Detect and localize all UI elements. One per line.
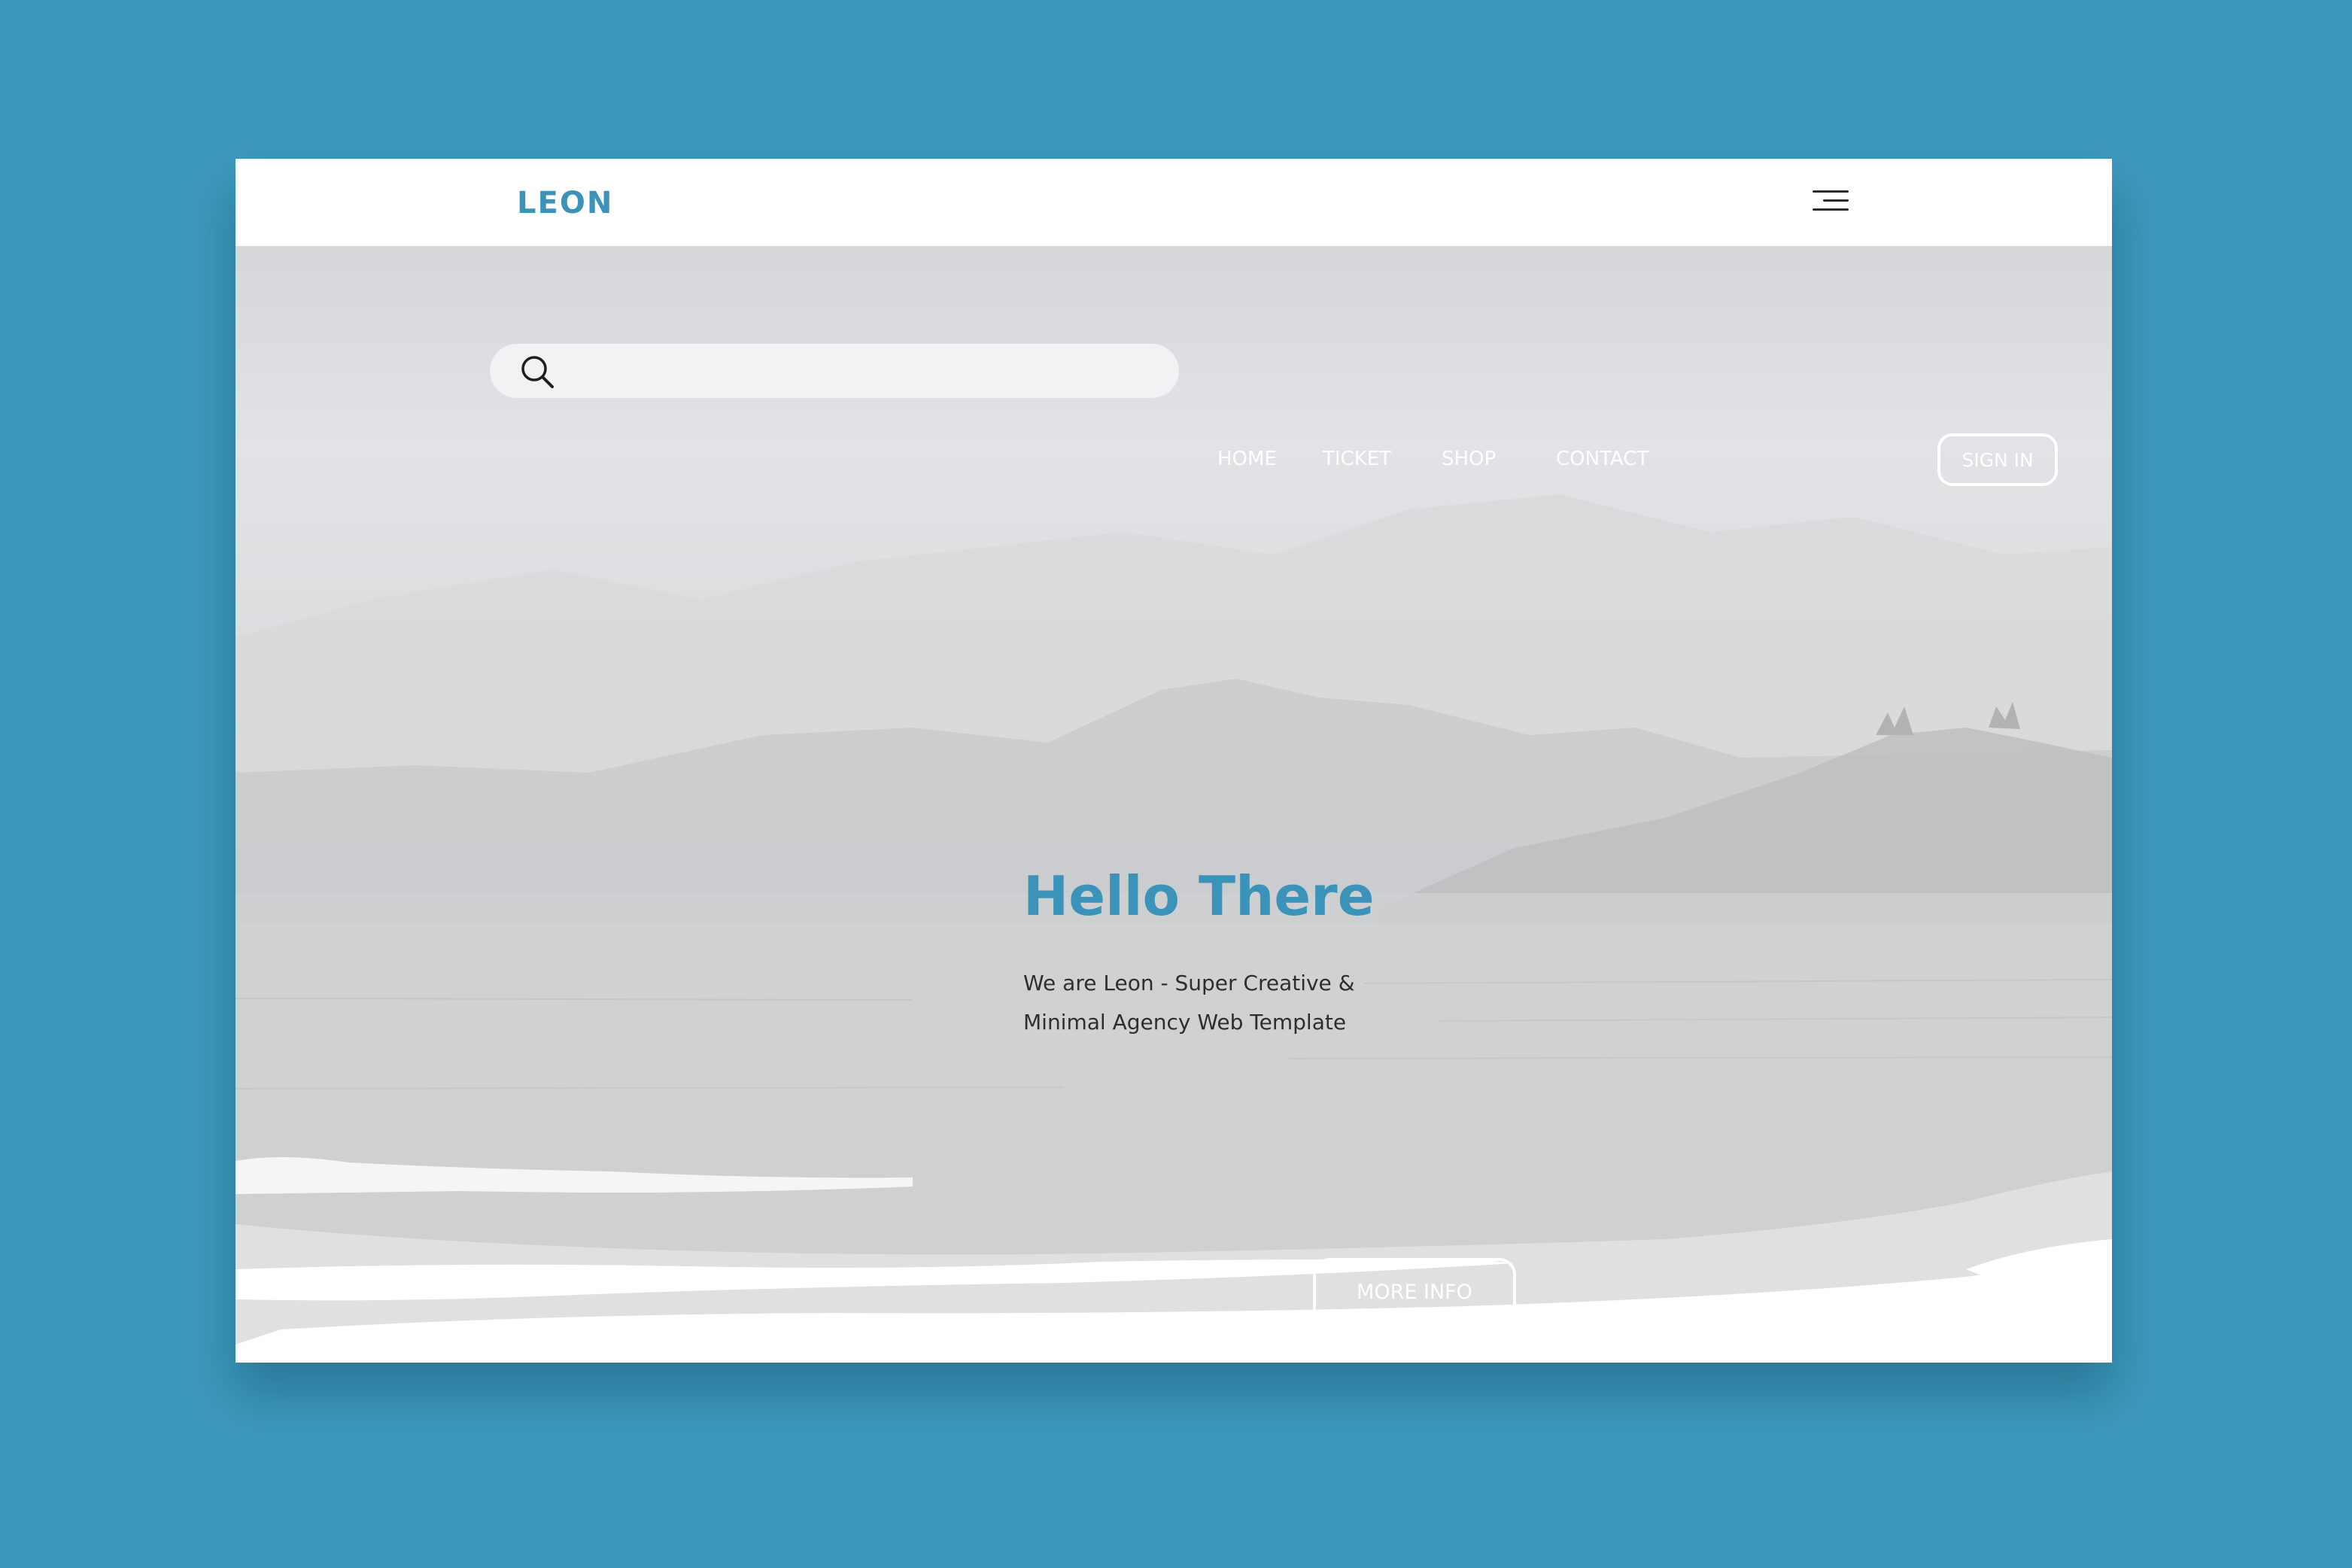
hero-subtitle: We are Leon - Super Creative & Minimal A… (1023, 964, 1355, 1042)
nav-contact[interactable]: CONTACT (1556, 448, 1649, 470)
nav-shop[interactable]: SHOP (1442, 448, 1496, 470)
hamburger-menu-icon[interactable] (1808, 189, 1849, 216)
landing-page-mockup: LEON HOME TICKET SHOP CONTACT SIGN IN He… (236, 159, 2112, 1363)
hero-background-landscape (236, 494, 2112, 1363)
brand-logo[interactable]: LEON (517, 186, 613, 220)
hero-subtitle-line-2: Minimal Agency Web Template (1023, 1010, 1347, 1035)
sign-in-button[interactable]: SIGN IN (1937, 433, 2058, 486)
more-info-button[interactable]: MORE INFO (1313, 1258, 1516, 1326)
search-bar[interactable] (490, 344, 1179, 398)
nav-ticket[interactable]: TICKET (1323, 448, 1391, 470)
hero-section (236, 246, 2112, 1363)
top-header-bar: LEON (236, 159, 2112, 246)
search-input[interactable] (565, 354, 1152, 387)
search-icon[interactable] (518, 353, 556, 390)
nav-home[interactable]: HOME (1217, 448, 1277, 470)
hero-title: Hello There (1023, 865, 1375, 928)
hero-subtitle-line-1: We are Leon - Super Creative & (1023, 971, 1355, 995)
